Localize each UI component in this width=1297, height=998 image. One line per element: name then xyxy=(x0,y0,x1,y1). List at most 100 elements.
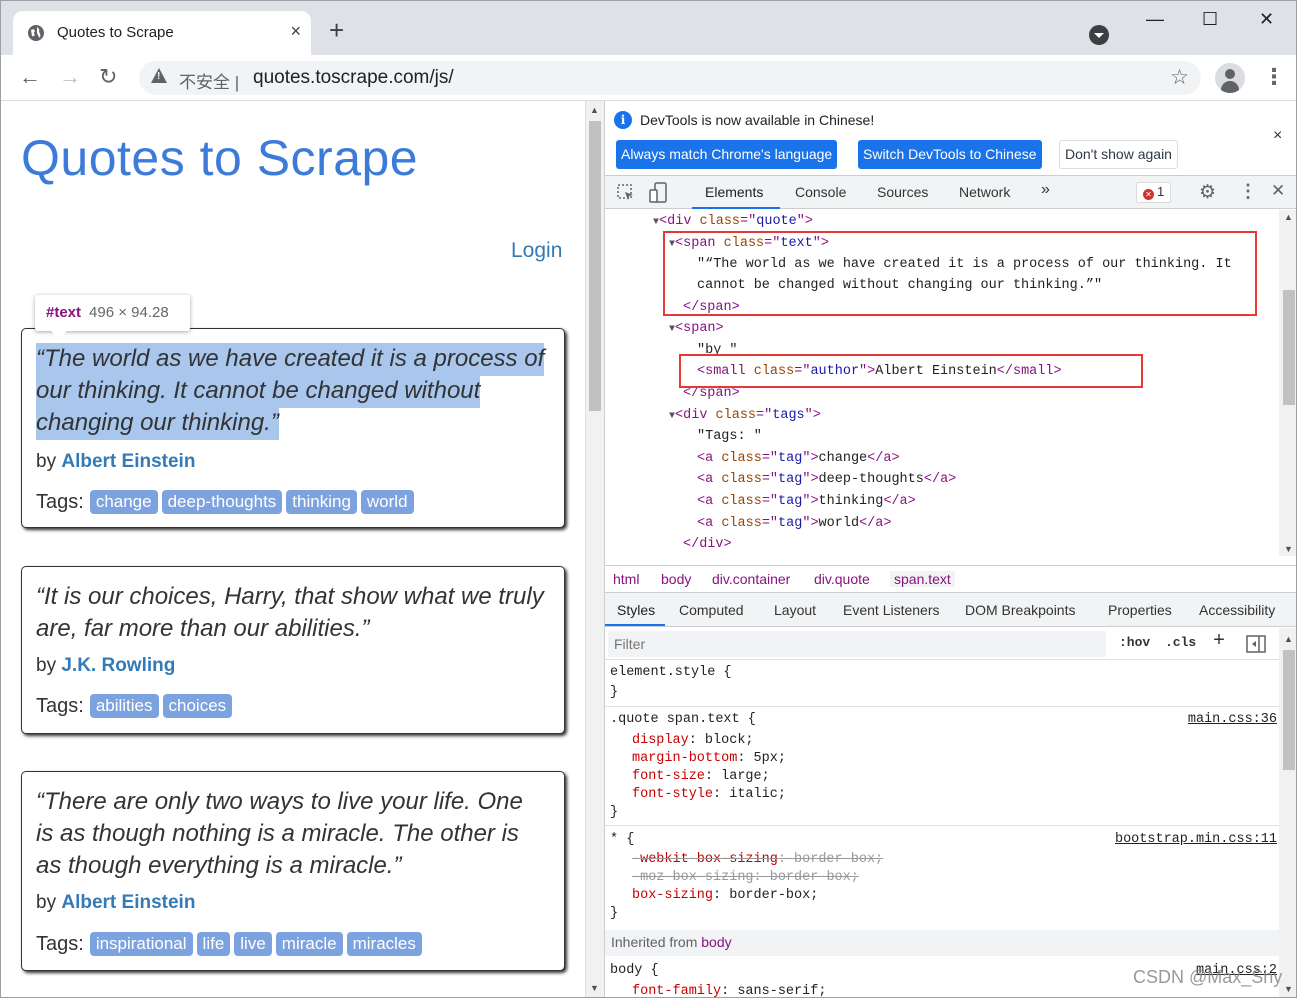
elements-scroll-thumb[interactable] xyxy=(1283,290,1295,405)
crumb-html[interactable]: html xyxy=(613,571,639,587)
tab-quotes[interactable]: Quotes to Scrape × xyxy=(13,11,311,55)
tag-link[interactable]: abilities xyxy=(89,694,159,718)
device-toolbar-icon[interactable] xyxy=(649,182,669,204)
css-property-overridden[interactable]: -webkit-box-sizing: border-box; xyxy=(632,852,883,867)
info-close-icon[interactable]: × xyxy=(1273,127,1282,145)
bookmark-star-icon[interactable]: ☆ xyxy=(1170,65,1189,90)
tab-accessibility[interactable]: Accessibility xyxy=(1199,602,1275,618)
dom-node-div-tags[interactable]: ▼<div class="tags"> xyxy=(669,408,821,423)
author-name[interactable]: Albert Einstein xyxy=(61,892,195,913)
url-text[interactable]: quotes.toscrape.com/js/ xyxy=(253,67,454,89)
dom-node-a-tag[interactable]: <a class="tag">change</a> xyxy=(697,451,900,466)
rule-selector[interactable]: * { xyxy=(610,832,634,847)
maximize-button[interactable]: ☐ xyxy=(1202,9,1218,30)
tab-computed[interactable]: Computed xyxy=(679,602,744,618)
tab-sources[interactable]: Sources xyxy=(877,184,928,200)
css-property[interactable]: display: block; xyxy=(632,733,754,748)
browser-menu-icon[interactable]: ⋮ xyxy=(1263,64,1285,90)
styles-scrollbar[interactable]: ▲ ▼ xyxy=(1279,628,1296,997)
dom-node-span[interactable]: ▼<span> xyxy=(669,321,724,336)
tab-network[interactable]: Network xyxy=(959,184,1010,200)
scroll-down-icon[interactable]: ▼ xyxy=(1284,984,1293,994)
rule-source-link[interactable]: bootstrap.min.css:11 xyxy=(1115,832,1277,847)
profile-avatar[interactable] xyxy=(1215,63,1245,93)
css-property-overridden[interactable]: -moz-box-sizing: border-box; xyxy=(632,870,859,885)
reload-button[interactable]: ↻ xyxy=(99,64,117,90)
more-tabs-icon[interactable]: » xyxy=(1041,181,1050,199)
rule-source-link[interactable]: main.css:36 xyxy=(1188,712,1277,727)
css-property[interactable]: box-sizing: border-box; xyxy=(632,888,818,903)
crumb-span-text[interactable]: span.text xyxy=(890,571,955,587)
warning-icon[interactable]: ! xyxy=(151,68,167,83)
scroll-up-icon[interactable]: ▲ xyxy=(1284,212,1293,222)
author-name[interactable]: Albert Einstein xyxy=(61,451,195,472)
page-scrollbar[interactable]: ▲ ▼ xyxy=(585,101,604,997)
dom-node-a-tag[interactable]: <a class="tag">world</a> xyxy=(697,516,891,531)
tab-console[interactable]: Console xyxy=(795,184,846,200)
cls-button[interactable]: .cls xyxy=(1165,635,1196,650)
tab-search-icon[interactable] xyxy=(1089,25,1109,45)
element-style-rule[interactable]: element.style { xyxy=(610,665,732,680)
css-property[interactable]: font-family: sans-serif; xyxy=(632,984,826,997)
minimize-button[interactable]: — xyxy=(1146,9,1164,30)
tag-link[interactable]: life xyxy=(196,932,231,956)
tag-link[interactable]: choices xyxy=(162,694,233,718)
tag-link[interactable]: world xyxy=(360,490,414,514)
new-rule-button[interactable]: + xyxy=(1213,630,1225,653)
page-scroll-thumb[interactable] xyxy=(589,121,601,411)
scroll-down-icon[interactable]: ▼ xyxy=(590,983,599,993)
css-property[interactable]: margin-bottom: 5px; xyxy=(632,751,786,766)
site-title[interactable]: Quotes to Scrape xyxy=(21,129,418,187)
scroll-down-icon[interactable]: ▼ xyxy=(1284,544,1293,554)
tag-link[interactable]: inspirational xyxy=(89,932,193,956)
inherited-from-link[interactable]: body xyxy=(701,934,731,950)
tag-link[interactable]: thinking xyxy=(286,490,357,514)
settings-gear-icon[interactable]: ⚙ xyxy=(1199,181,1216,204)
rule-selector[interactable]: .quote span.text { xyxy=(610,712,756,727)
toggle-sidebar-icon[interactable] xyxy=(1246,635,1266,653)
crumb-body[interactable]: body xyxy=(661,571,691,587)
new-tab-button[interactable]: + xyxy=(329,17,344,43)
inspect-element-icon[interactable] xyxy=(616,183,636,203)
dom-text-tags[interactable]: "Tags: " xyxy=(697,429,762,444)
css-property[interactable]: font-style: italic; xyxy=(632,787,786,802)
tag-link[interactable]: deep-thoughts xyxy=(161,490,283,514)
styles-filter-input[interactable] xyxy=(608,631,1106,657)
tab-styles[interactable]: Styles xyxy=(617,602,655,618)
address-bar[interactable]: ! 不安全 | quotes.toscrape.com/js/ ☆ xyxy=(139,61,1201,95)
close-window-button[interactable]: ✕ xyxy=(1259,9,1274,30)
hov-button[interactable]: :hov xyxy=(1119,635,1150,650)
login-link[interactable]: Login xyxy=(511,239,562,263)
dont-show-button[interactable]: Don't show again xyxy=(1059,140,1178,169)
switch-chinese-button[interactable]: Switch DevTools to Chinese xyxy=(858,140,1042,169)
tag-link[interactable]: miracle xyxy=(275,932,343,956)
elements-scrollbar[interactable]: ▲ ▼ xyxy=(1279,210,1296,556)
crumb-div-quote[interactable]: div.quote xyxy=(814,571,870,587)
dom-node-div-quote[interactable]: ▼<div class="quote"> xyxy=(653,214,813,229)
css-property[interactable]: font-size: large; xyxy=(632,769,770,784)
scroll-up-icon[interactable]: ▲ xyxy=(590,105,599,115)
scroll-up-icon[interactable]: ▲ xyxy=(1284,634,1293,644)
tab-properties[interactable]: Properties xyxy=(1108,602,1172,618)
insecure-label[interactable]: 不安全 | xyxy=(179,68,239,93)
tab-close-icon[interactable]: × xyxy=(290,21,301,42)
tag-link[interactable]: live xyxy=(234,932,272,956)
devtools-menu-icon[interactable]: ⋮ xyxy=(1239,181,1257,202)
tab-dom-breakpoints[interactable]: DOM Breakpoints xyxy=(965,602,1075,618)
forward-button[interactable]: → xyxy=(59,64,81,90)
dom-node-a-tag[interactable]: <a class="tag">deep-thoughts</a> xyxy=(697,472,956,487)
tab-layout[interactable]: Layout xyxy=(774,602,816,618)
tag-link[interactable]: change xyxy=(89,490,158,514)
error-counter[interactable]: ✕ 1 xyxy=(1136,182,1172,203)
dom-node-a-tag[interactable]: <a class="tag">thinking</a> xyxy=(697,494,916,509)
dom-close-div[interactable]: </div> xyxy=(683,537,732,552)
crumb-div-container[interactable]: div.container xyxy=(712,571,790,587)
dom-close-span[interactable]: </span> xyxy=(683,386,740,401)
tab-event-listeners[interactable]: Event Listeners xyxy=(843,602,940,618)
tab-elements[interactable]: Elements xyxy=(705,184,763,200)
rule-selector[interactable]: body { xyxy=(610,963,659,978)
devtools-close-icon[interactable]: ✕ xyxy=(1271,181,1285,201)
back-button[interactable]: ← xyxy=(19,64,41,90)
tag-link[interactable]: miracles xyxy=(346,932,422,956)
styles-scroll-thumb[interactable] xyxy=(1283,650,1295,770)
